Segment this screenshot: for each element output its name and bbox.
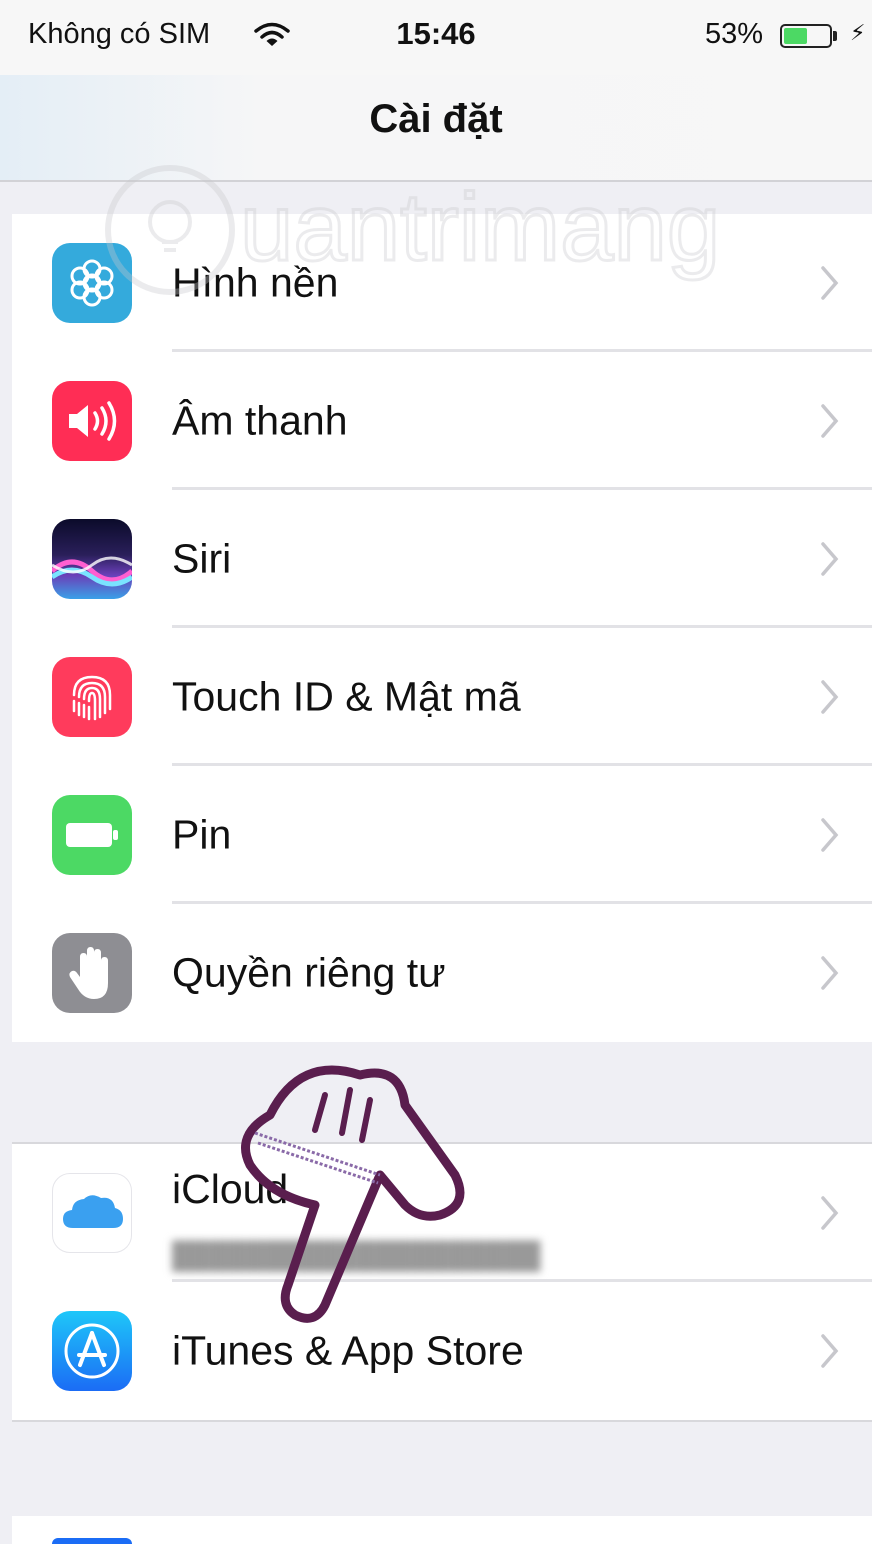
fingerprint-icon	[52, 657, 132, 737]
settings-row-touch-id[interactable]: Touch ID & Mật mã	[12, 628, 872, 766]
row-label: Siri	[172, 535, 232, 582]
row-label: iCloud	[172, 1166, 289, 1212]
navigation-bar: Cài đặt	[0, 75, 872, 182]
battery-icon	[52, 795, 132, 875]
row-label: Hình nền	[172, 259, 339, 306]
chevron-right-icon	[821, 542, 839, 576]
row-label: Quyền riêng tư	[172, 949, 446, 996]
settings-row-sounds[interactable]: Âm thanh	[12, 352, 872, 490]
chevron-right-icon	[821, 404, 839, 438]
settings-row-siri[interactable]: Siri	[12, 490, 872, 628]
chevron-right-icon	[821, 1334, 839, 1368]
icloud-account-email-blurred: ████████████████████	[172, 1240, 541, 1270]
battery-indicator	[780, 24, 832, 48]
partial-row-icon	[52, 1538, 132, 1544]
settings-row-itunes-app-store[interactable]: iTunes & App Store	[12, 1282, 872, 1420]
charging-bolt-icon: ⚡	[850, 20, 866, 45]
battery-nub	[833, 31, 837, 41]
row-label: Pin	[172, 811, 232, 858]
settings-group-2: iCloud ████████████████████ iTunes & App…	[12, 1142, 872, 1422]
settings-row-battery[interactable]: Pin	[12, 766, 872, 904]
settings-row-wallpaper[interactable]: Hình nền	[12, 214, 872, 352]
row-label: Âm thanh	[172, 397, 348, 444]
chevron-right-icon	[821, 680, 839, 714]
battery-fill	[784, 28, 807, 44]
row-label: Touch ID & Mật mã	[172, 673, 521, 720]
settings-group-3-partial	[12, 1516, 872, 1544]
chevron-right-icon	[821, 1196, 839, 1230]
settings-group-1: Hình nền Âm thanh Siri Touch ID & Mật mã…	[12, 214, 872, 1042]
icloud-icon	[52, 1173, 132, 1253]
settings-row-icloud[interactable]: iCloud ████████████████████	[12, 1144, 872, 1282]
appstore-icon	[52, 1311, 132, 1391]
chevron-right-icon	[821, 266, 839, 300]
chevron-right-icon	[821, 956, 839, 990]
wallpaper-icon	[52, 243, 132, 323]
row-label: iTunes & App Store	[172, 1327, 524, 1374]
status-bar: Không có SIM 15:46 53% ⚡	[0, 0, 872, 75]
page-title: Cài đặt	[369, 97, 503, 141]
speaker-icon	[52, 381, 132, 461]
settings-row-privacy[interactable]: Quyền riêng tư	[12, 904, 872, 1042]
hand-icon	[52, 933, 132, 1013]
battery-percent: 53%	[705, 18, 764, 50]
chevron-right-icon	[821, 818, 839, 852]
siri-icon	[52, 519, 132, 599]
